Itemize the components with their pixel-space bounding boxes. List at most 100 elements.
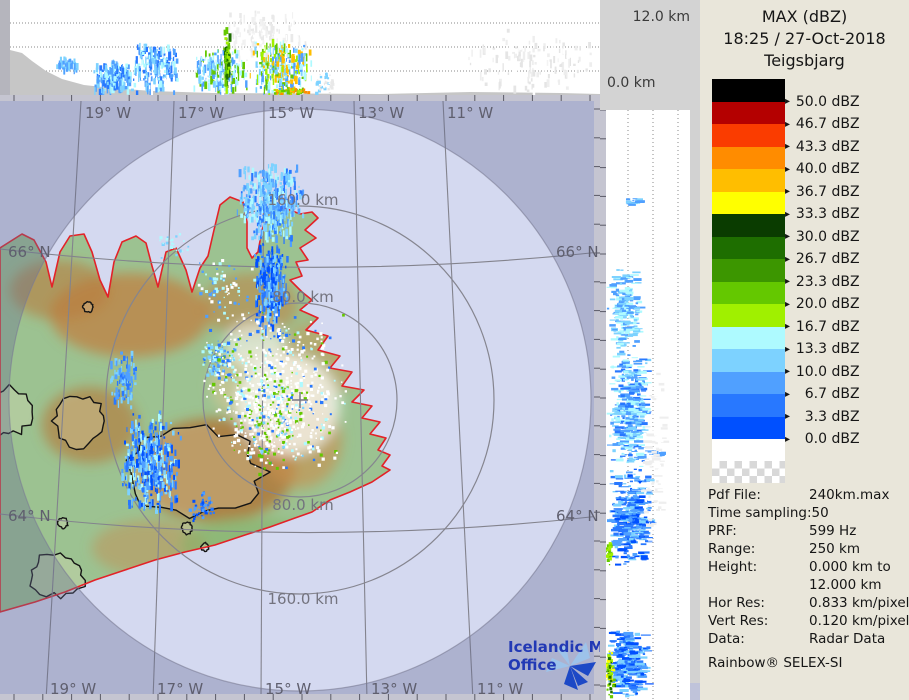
echo-pixel [294, 48, 298, 53]
echo-pixel [626, 276, 633, 279]
echo-pixel [278, 375, 281, 378]
echo-pixel [218, 262, 222, 266]
echo-pixel [138, 414, 141, 419]
echo-pixel [231, 350, 235, 353]
echo-pixel [259, 220, 262, 224]
echo-pixel [235, 79, 237, 87]
echo-pixel [261, 333, 263, 336]
echo-pixel [209, 384, 212, 387]
echo-pixel [104, 71, 107, 78]
met-office-logo-text-2: Office [508, 656, 557, 674]
echo-pixel [188, 508, 193, 512]
echo-pixel [254, 372, 257, 375]
echo-pixel [282, 384, 285, 387]
echo-pixel [286, 428, 289, 432]
echo-pixel [275, 84, 279, 89]
echo-pixel [288, 341, 291, 343]
echo-pixel [224, 37, 228, 40]
echo-pixel [262, 242, 264, 246]
echo-pixel [290, 235, 293, 242]
echo-pixel [639, 415, 645, 418]
echo-pixel [233, 338, 237, 342]
echo-pixel [247, 357, 249, 359]
echo-pixel [147, 85, 149, 95]
echo-pixel [138, 74, 140, 82]
echo-pixel [150, 87, 153, 95]
echo-pixel [500, 57, 503, 64]
echo-pixel [530, 71, 533, 78]
echo-pixel [260, 336, 264, 340]
echo-pixel [279, 65, 281, 73]
echo-pixel [272, 401, 275, 404]
echo-pixel [208, 350, 210, 353]
echo-pixel [219, 81, 221, 86]
echo-pixel [207, 356, 211, 360]
echo-pixel [292, 91, 295, 94]
echo-pixel [577, 60, 580, 63]
echo-pixel [333, 379, 336, 382]
echo-pixel [127, 397, 130, 405]
echo-pixel [212, 511, 215, 514]
echo-pixel [629, 480, 633, 483]
echo-pixel [320, 376, 324, 380]
echo-pixel [248, 411, 251, 414]
echo-pixel [195, 505, 198, 508]
echo-pixel [319, 75, 323, 79]
echo-pixel [166, 75, 169, 82]
echo-pixel [240, 30, 243, 40]
echo-pixel [298, 54, 301, 62]
echo-pixel [243, 219, 247, 224]
echo-pixel [285, 356, 289, 361]
echo-pixel [471, 49, 473, 57]
echo-pixel [290, 430, 293, 434]
echo-pixel [264, 325, 267, 330]
echo-pixel [291, 408, 294, 410]
echo-pixel [261, 44, 265, 49]
echo-pixel [342, 313, 345, 317]
echo-pixel [270, 369, 273, 372]
echo-pixel [291, 449, 294, 452]
echo-pixel [232, 33, 235, 40]
echo-pixel [64, 57, 67, 64]
echo-pixel [219, 301, 221, 304]
echo-pixel [124, 440, 126, 445]
echo-pixel [232, 281, 236, 285]
echo-pixel [616, 438, 621, 440]
echo-pixel [319, 332, 323, 336]
echo-pixel [304, 59, 306, 67]
echo-pixel [536, 72, 539, 78]
echo-pixel [243, 184, 245, 192]
echo-pixel [137, 480, 140, 484]
echo-pixel [308, 409, 311, 412]
echo-pixel [635, 386, 645, 389]
echo-pixel [284, 402, 286, 404]
echo-pixel [621, 453, 625, 455]
echo-pixel [202, 516, 205, 519]
echo-pixel [150, 446, 153, 455]
echo-pixel [623, 474, 627, 478]
echo-pixel [282, 446, 285, 449]
echo-pixel [280, 401, 283, 404]
echo-pixel [225, 62, 228, 71]
echo-pixel [566, 55, 569, 58]
echo-pixel [121, 64, 123, 67]
echo-pixel [253, 233, 257, 240]
echo-pixel [235, 425, 238, 427]
echo-pixel [242, 317, 246, 320]
echo-pixel [210, 291, 213, 294]
echo-pixel [163, 81, 167, 87]
echo-pixel [277, 348, 279, 351]
echo-pixel [261, 277, 265, 283]
echo-pixel [222, 274, 226, 278]
echo-pixel [208, 53, 211, 57]
lat-label: 64° N [8, 507, 51, 525]
echo-pixel [202, 363, 205, 366]
echo-pixel [268, 440, 271, 443]
echo-pixel [273, 441, 275, 443]
echo-pixel [155, 76, 158, 82]
echo-pixel [257, 277, 261, 280]
echo-pixel [271, 449, 274, 452]
echo-pixel [174, 67, 177, 74]
echo-pixel [264, 208, 266, 216]
echo-pixel [637, 200, 645, 203]
